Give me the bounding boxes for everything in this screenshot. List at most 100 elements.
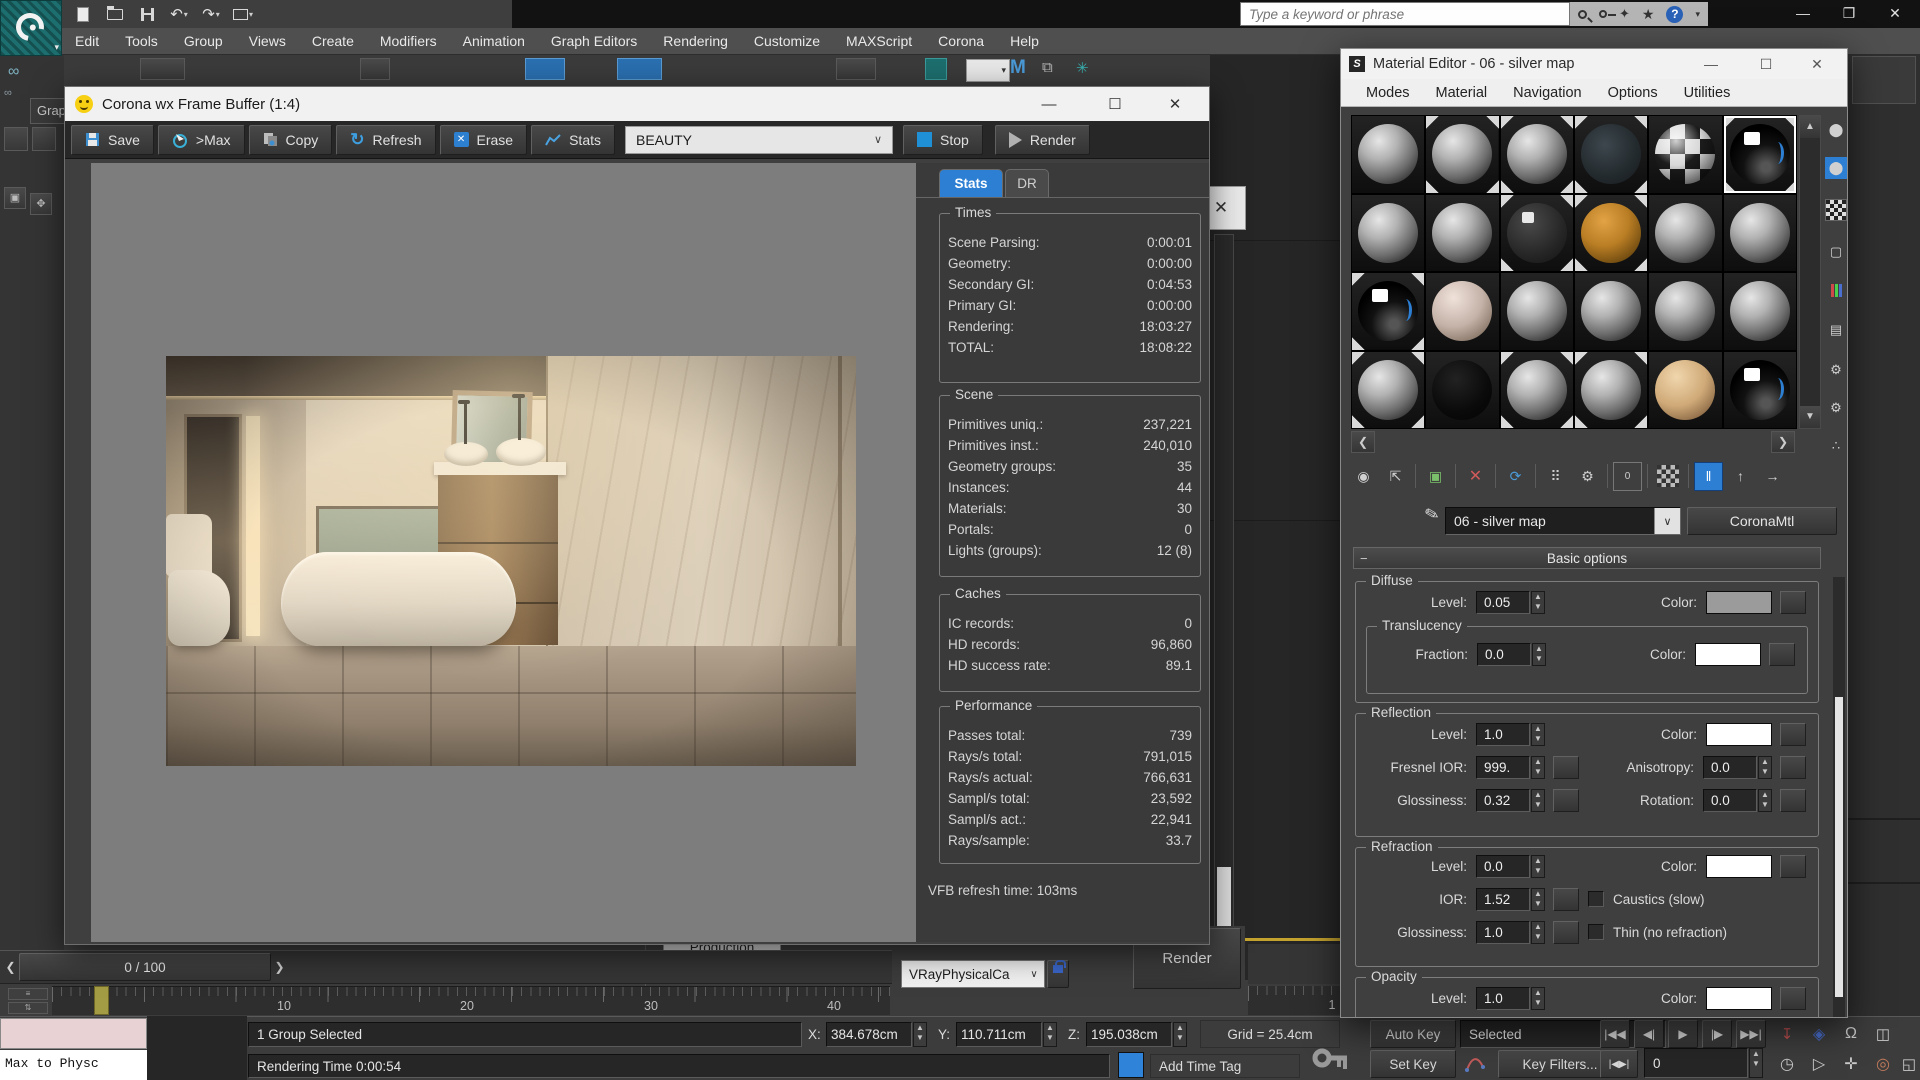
maximize-viewport-icon[interactable]: ◱ [1898,1050,1920,1078]
diffuse-color-map-button[interactable] [1780,591,1806,614]
material-slot[interactable] [1426,352,1498,429]
material-slot[interactable] [1649,273,1721,350]
vfb-refresh-button[interactable]: ↻ Refresh [336,125,435,155]
material-slot[interactable] [1724,352,1796,429]
x-spinner[interactable]: ▲▼ [913,1022,927,1047]
isolate-key-icon[interactable] [1310,1038,1354,1078]
frame-spinner[interactable]: ▲▼ [1749,1048,1763,1078]
make-unique-icon[interactable]: ⟳ [1501,462,1530,491]
vfb-render-button[interactable]: Render [995,125,1090,155]
max-logo[interactable]: ▾ [0,0,62,56]
material-type-button[interactable]: CoronaMtl [1687,507,1837,535]
add-time-tag[interactable]: Add Time Tag [1150,1054,1300,1078]
prev-frame-arrow[interactable]: ❮ [2,954,19,980]
material-slot[interactable] [1426,116,1498,193]
material-id-icon[interactable]: 0 [1613,462,1642,491]
rotation-map-button[interactable] [1780,789,1806,812]
communication-icon[interactable]: ✦ [1619,6,1630,22]
go-forward-icon[interactable]: → [1758,462,1787,491]
current-frame-field[interactable]: 0 [1644,1048,1748,1078]
refraction-color-swatch[interactable] [1706,855,1772,878]
diffuse-color-swatch[interactable] [1706,591,1772,614]
minimize-button[interactable]: — [1780,0,1826,26]
vfb-image-area[interactable] [91,163,916,942]
time-configuration-icon[interactable]: ◷ [1772,1050,1802,1078]
vfb-erase-button[interactable]: ✕ Erase [440,125,528,155]
material-slot[interactable] [1575,352,1647,429]
opacity-level-field[interactable]: 1.0 [1476,987,1530,1010]
material-slot-selected[interactable] [1724,116,1796,193]
favorites-star-icon[interactable]: ★ [1642,6,1655,23]
menu-views[interactable]: Views [236,28,299,54]
put-to-scene-icon[interactable]: ⇱ [1381,462,1410,491]
me-menu-modes[interactable]: Modes [1353,85,1423,101]
menu-help[interactable]: Help [997,28,1052,54]
menu-modifiers[interactable]: Modifiers [367,28,450,54]
auto-key-button[interactable]: Auto Key [1370,1020,1456,1048]
reflection-color-map-button[interactable] [1780,723,1806,746]
set-key-button[interactable]: Set Key [1370,1050,1456,1078]
fresnel-map-button[interactable] [1553,756,1579,779]
put-to-library-icon[interactable]: ⠿ [1541,462,1570,491]
track-bar[interactable]: 10 20 30 40 [52,986,890,1015]
time-slider-track[interactable]: ❮ 0 / 100 ❯ [0,950,892,984]
video-color-check-icon[interactable] [1825,279,1847,301]
me-menu-material[interactable]: Material [1423,85,1501,101]
anisotropy-spinner[interactable]: ▲▼ [1758,756,1772,779]
redo-button[interactable]: ↷▾ [196,2,226,26]
refraction-level-spinner[interactable]: ▲▼ [1531,855,1545,878]
save-file-button[interactable] [132,2,162,26]
refraction-glossiness-map-button[interactable] [1553,921,1579,944]
opacity-color-swatch[interactable] [1706,987,1772,1010]
vfb-save-button[interactable]: Save [71,125,154,155]
material-slot[interactable] [1649,195,1721,272]
material-slot[interactable] [1352,116,1424,193]
key-mode-toggle[interactable]: |◀▶| [1600,1050,1638,1078]
z-spinner[interactable]: ▲▼ [1173,1022,1187,1047]
me-menu-navigation[interactable]: Navigation [1500,85,1595,101]
ior-spinner[interactable]: ▲▼ [1531,888,1545,911]
ior-field[interactable]: 1.52 [1476,888,1530,911]
vfb-channel-dropdown[interactable]: BEAUTY∨ [625,126,893,154]
caustics-checkbox[interactable] [1588,891,1604,907]
menu-edit[interactable]: Edit [62,28,112,54]
me-close-button[interactable]: ✕ [1791,49,1843,79]
assign-to-selection-icon[interactable]: ▣ [1421,462,1450,491]
sample-tiling-icon[interactable]: ▢ [1825,241,1847,263]
menu-create[interactable]: Create [299,28,367,54]
slot-scroll-left-icon[interactable]: ❮ [1351,431,1375,453]
steering-wheels-icon[interactable]: ◈ [1804,1020,1834,1048]
rotation-field[interactable]: 0.0 [1703,789,1757,812]
vfb-close-button[interactable]: ✕ [1147,87,1203,121]
me-menu-utilities[interactable]: Utilities [1671,85,1744,101]
menu-tools[interactable]: Tools [112,28,171,54]
fresnel-ior-spinner[interactable]: ▲▼ [1531,756,1545,779]
material-slot[interactable] [1426,273,1498,350]
go-to-start-button[interactable]: |◀◀ [1600,1020,1630,1048]
material-id-channel-icon[interactable]: ⚙ [1573,462,1602,491]
x-coordinate-field[interactable]: 384.678cm [826,1022,912,1047]
show-end-result-icon[interactable]: ‖ [1694,462,1723,491]
isolate-selection-icon[interactable]: ◫ [1868,1020,1898,1048]
zoom-extents-icon[interactable]: ▷ [1804,1050,1834,1078]
open-file-button[interactable] [100,2,130,26]
time-slider-handle[interactable]: 0 / 100 [19,953,271,981]
pick-material-eyedropper-icon[interactable]: ✎ [1423,503,1442,526]
material-slot[interactable] [1352,352,1424,429]
material-slot[interactable] [1501,273,1573,350]
backlight-icon[interactable]: ⬤ [1825,157,1847,179]
set-key-mode-icon[interactable] [1460,1050,1494,1078]
maxscript-listener-input[interactable]: Max to Physc [0,1050,147,1080]
orbit-icon[interactable]: Ω [1836,1020,1866,1048]
material-slot[interactable] [1649,116,1721,193]
vfb-maximize-button[interactable]: ☐ [1087,87,1143,121]
parameters-scrollbar[interactable] [1833,577,1845,1017]
slot-scroll-right-icon[interactable]: ❯ [1771,431,1795,453]
translucency-color-swatch[interactable] [1695,643,1761,666]
refraction-glossiness-field[interactable]: 1.0 [1476,921,1530,944]
material-editor-titlebar[interactable]: S Material Editor - 06 - silver map — ☐ … [1341,49,1847,79]
workspace-button[interactable]: ▾ [228,2,258,26]
close-button[interactable]: ✕ [1872,0,1918,26]
fraction-spinner[interactable]: ▲▼ [1532,643,1546,666]
opacity-level-spinner[interactable]: ▲▼ [1531,987,1545,1010]
